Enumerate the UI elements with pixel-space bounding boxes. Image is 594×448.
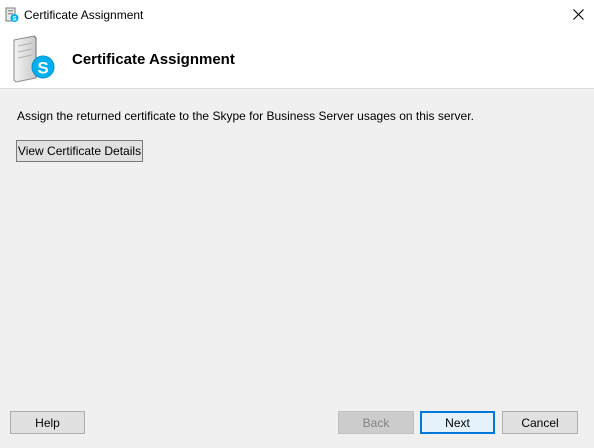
- window-title: Certificate Assignment: [24, 8, 144, 22]
- wizard-window: S Certificate Assignment S Certificate A…: [0, 0, 594, 448]
- page-title: Certificate Assignment: [72, 51, 235, 68]
- svg-text:S: S: [12, 16, 16, 22]
- cancel-button[interactable]: Cancel: [502, 411, 578, 434]
- view-certificate-details-button[interactable]: View Certificate Details: [16, 140, 143, 162]
- close-icon: [572, 8, 584, 20]
- wizard-header: S Certificate Assignment: [0, 30, 594, 89]
- back-button[interactable]: Back: [338, 411, 414, 434]
- skype-for-business-server-logo: S: [13, 35, 55, 83]
- next-button[interactable]: Next: [420, 411, 495, 434]
- close-button[interactable]: [566, 3, 590, 25]
- skype-server-icon: S: [5, 7, 19, 22]
- title-bar: S Certificate Assignment: [0, 0, 594, 30]
- svg-text:S: S: [37, 59, 48, 78]
- instruction-text: Assign the returned certificate to the S…: [17, 109, 474, 123]
- help-button[interactable]: Help: [10, 411, 85, 434]
